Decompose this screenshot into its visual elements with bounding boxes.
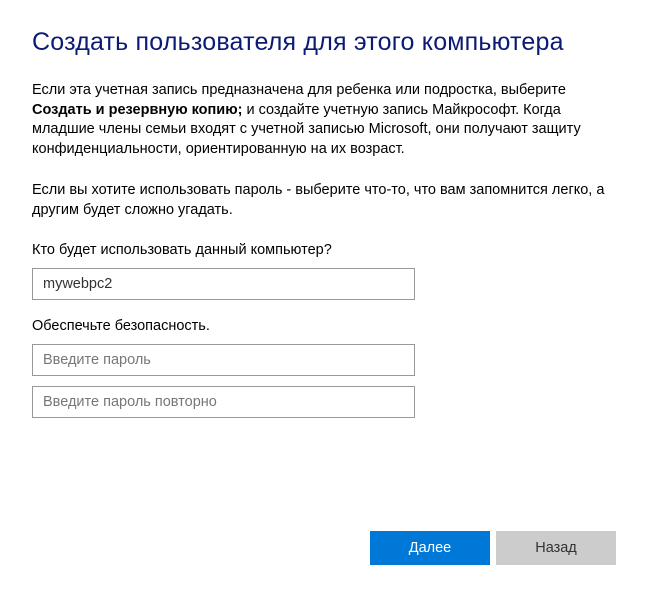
- username-input[interactable]: [32, 268, 415, 300]
- password-confirm-input[interactable]: [32, 386, 415, 418]
- description-part1: Если эта учетная запись предназначена дл…: [32, 82, 566, 98]
- security-label: Обеспечьте безопасность.: [32, 318, 616, 334]
- description-bold: Создать и резервную копию;: [32, 102, 242, 118]
- username-label: Кто будет использовать данный компьютер?: [32, 242, 616, 258]
- page-title: Создать пользователя для этого компьютер…: [32, 28, 616, 57]
- button-row: Далее Назад: [370, 531, 616, 565]
- account-description: Если эта учетная запись предназначена дл…: [32, 81, 616, 159]
- back-button[interactable]: Назад: [496, 531, 616, 565]
- password-input[interactable]: [32, 344, 415, 376]
- next-button[interactable]: Далее: [370, 531, 490, 565]
- password-hint-text: Если вы хотите использовать пароль - выб…: [32, 181, 616, 220]
